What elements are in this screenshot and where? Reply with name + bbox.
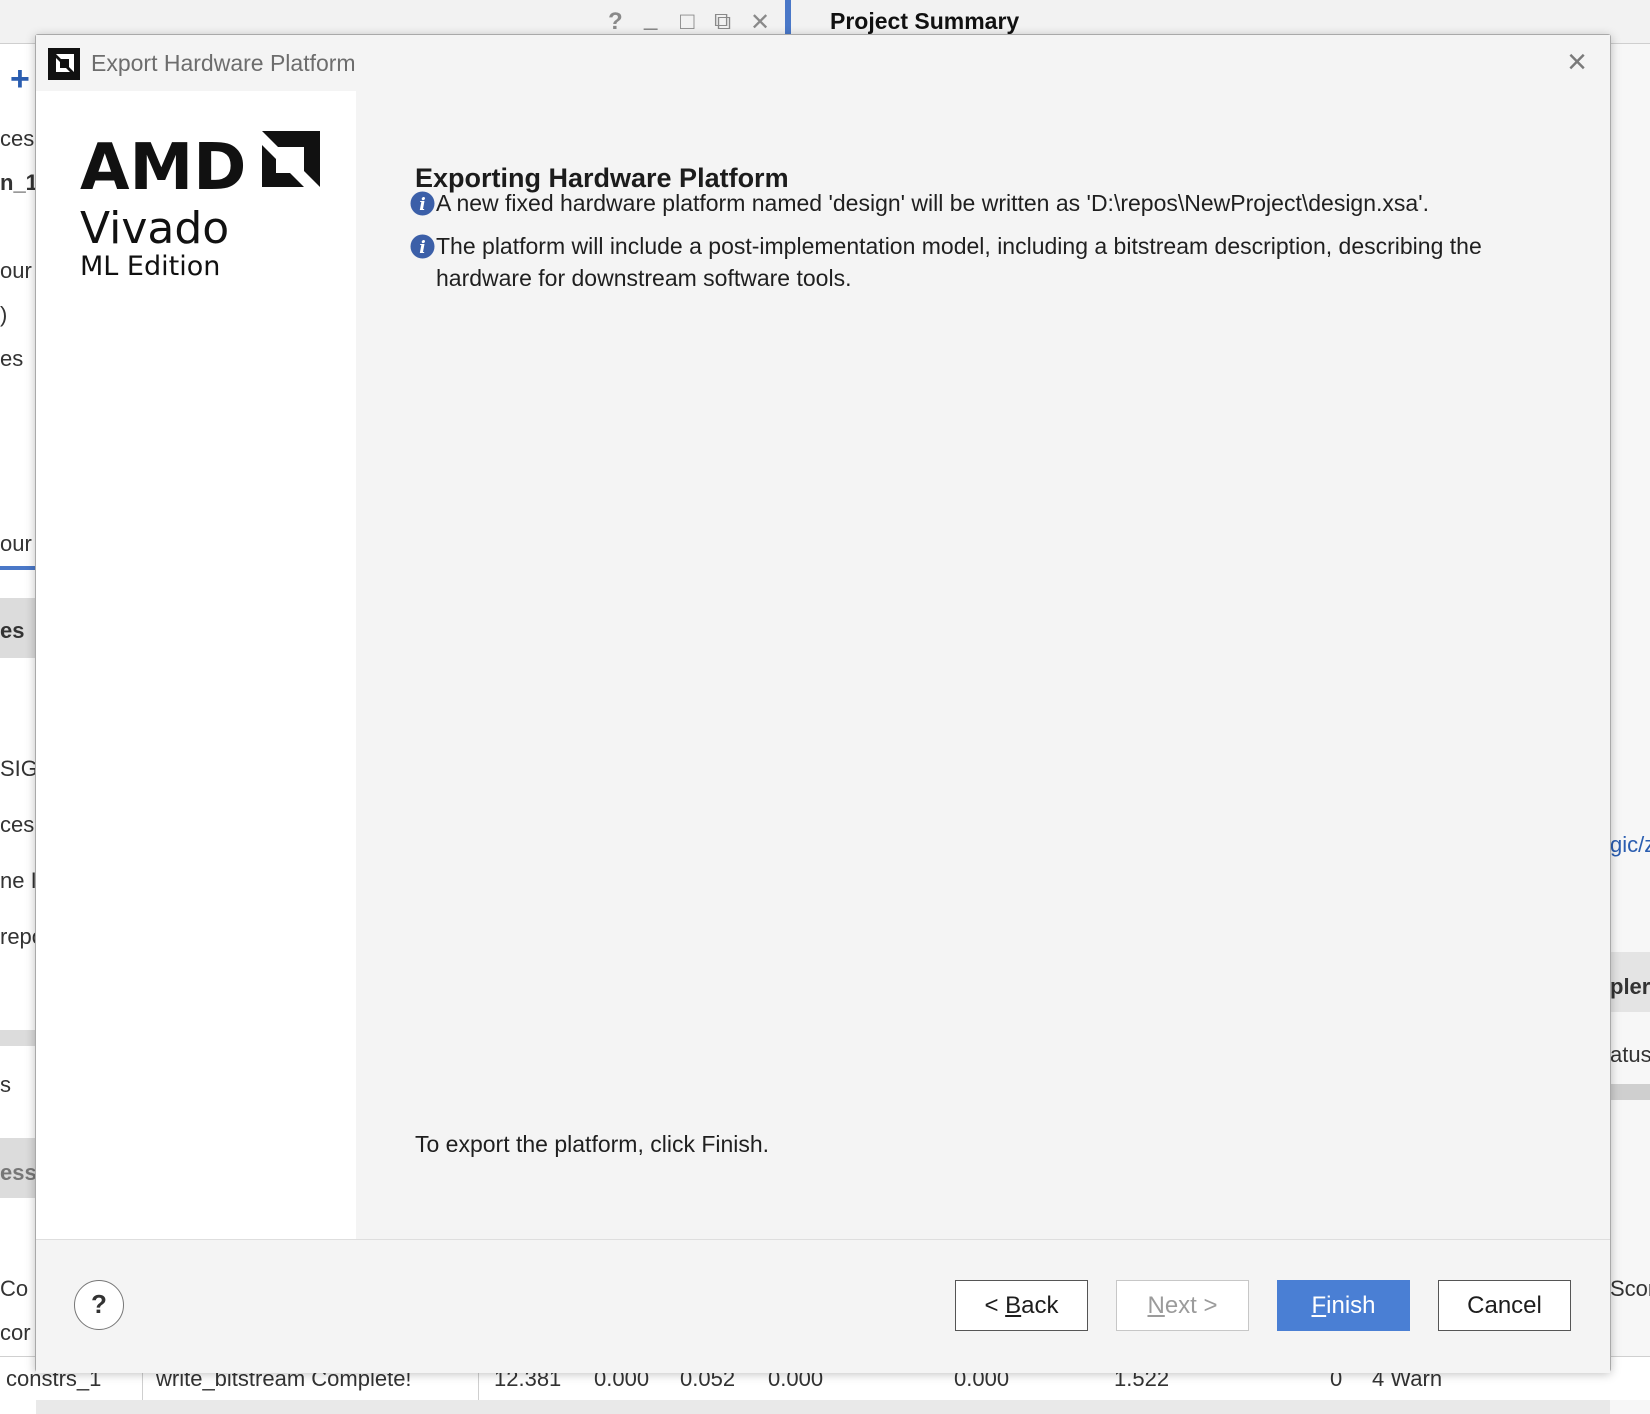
svg-text:i: i bbox=[419, 238, 425, 258]
content-pane: Exporting Hardware Platform i A new fixe… bbox=[356, 91, 1610, 1239]
back-button[interactable]: < Back bbox=[955, 1280, 1088, 1331]
left-scrollbar[interactable] bbox=[0, 1030, 36, 1046]
export-hardware-platform-dialog: Export Hardware Platform × AMD Vivado ML… bbox=[35, 34, 1611, 1373]
back-button-prefix: < bbox=[984, 1291, 1006, 1319]
right-panel-link[interactable]: gic/z bbox=[1610, 832, 1650, 858]
cancel-button[interactable]: Cancel bbox=[1438, 1280, 1571, 1331]
next-button-mnemonic: N bbox=[1147, 1291, 1165, 1319]
right-panel-text: pler bbox=[1610, 974, 1650, 999]
left-panel-text: n_1 bbox=[0, 170, 38, 195]
left-panel-text: our bbox=[0, 258, 32, 283]
close-panel-icon[interactable]: ✕ bbox=[750, 8, 770, 37]
finish-button[interactable]: Finish bbox=[1277, 1280, 1410, 1331]
left-panel-text: ces bbox=[0, 812, 35, 837]
logo-edition-text: ML Edition bbox=[80, 251, 220, 282]
info-icon: i bbox=[410, 191, 435, 216]
info-message-text: A new fixed hardware platform named 'des… bbox=[436, 190, 1429, 216]
dialog-button-bar: ? < Back Next > Finish Cancel bbox=[36, 1239, 1610, 1373]
right-panel-text: atus bbox=[1610, 1042, 1650, 1067]
dialog-title: Export Hardware Platform bbox=[91, 50, 356, 76]
logo-pane: AMD Vivado ML Edition bbox=[36, 91, 356, 1239]
left-panel-text: Co bbox=[0, 1276, 29, 1301]
next-button-label: ext > bbox=[1164, 1291, 1218, 1319]
right-panel-text: Scor bbox=[1610, 1276, 1650, 1301]
add-icon[interactable]: + bbox=[10, 60, 30, 99]
maximize-icon[interactable]: □ bbox=[680, 8, 695, 36]
close-icon[interactable]: × bbox=[1560, 45, 1594, 79]
left-panel-text: cor bbox=[0, 1320, 31, 1345]
info-message: i A new fixed hardware platform named 'd… bbox=[410, 187, 1550, 219]
left-panel-text: es bbox=[0, 346, 24, 371]
help-icon[interactable]: ? bbox=[608, 8, 623, 36]
ide-right-panel bbox=[1610, 44, 1650, 1414]
left-panel-text: es bbox=[0, 618, 25, 643]
left-panel-text: ) bbox=[0, 302, 8, 327]
vivado-app-icon bbox=[48, 48, 80, 80]
left-tab-underline bbox=[0, 566, 36, 570]
right-scrollbar[interactable] bbox=[1610, 1084, 1650, 1100]
info-message-text: The platform will include a post-impleme… bbox=[436, 233, 1482, 291]
back-button-mnemonic: B bbox=[1005, 1291, 1022, 1319]
amd-arrow-icon bbox=[262, 131, 320, 187]
dialog-title-bar[interactable]: Export Hardware Platform × bbox=[36, 35, 1610, 91]
next-button[interactable]: Next > bbox=[1116, 1280, 1249, 1331]
left-panel-text: ne I bbox=[0, 868, 37, 893]
finish-instruction: To export the platform, click Finish. bbox=[415, 1131, 770, 1157]
ide-left-panel bbox=[0, 44, 36, 1414]
left-panel-text: our bbox=[0, 531, 32, 556]
logo-product-text: Vivado bbox=[80, 203, 229, 254]
back-button-label: ack bbox=[1021, 1291, 1059, 1319]
finish-button-label: inish bbox=[1326, 1291, 1376, 1319]
left-panel-text: ces bbox=[0, 126, 35, 151]
help-button[interactable]: ? bbox=[74, 1280, 124, 1330]
minimize-icon[interactable]: _ bbox=[644, 4, 657, 32]
svg-text:i: i bbox=[419, 195, 425, 215]
info-icon: i bbox=[410, 234, 435, 259]
logo-brand-text: AMD bbox=[80, 131, 246, 205]
finish-button-mnemonic: F bbox=[1311, 1291, 1327, 1319]
project-summary-tab[interactable]: Project Summary bbox=[830, 8, 1019, 35]
left-panel-text: s bbox=[0, 1072, 11, 1097]
amd-vivado-logo: AMD Vivado ML Edition bbox=[80, 131, 320, 282]
float-icon[interactable]: ⧉ bbox=[714, 8, 731, 36]
info-message: i The platform will include a post-imple… bbox=[410, 230, 1550, 294]
